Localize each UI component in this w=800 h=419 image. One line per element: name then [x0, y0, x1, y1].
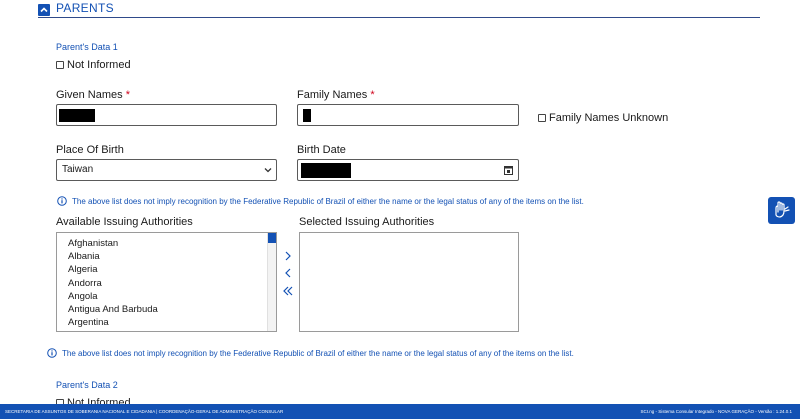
selected-authorities-list[interactable]: [299, 232, 519, 332]
scroll-thumb[interactable]: [268, 233, 276, 243]
birth-date-input[interactable]: [297, 159, 519, 181]
accessibility-button[interactable]: [768, 197, 795, 224]
given-names-label: Given Names *: [56, 89, 130, 101]
place-of-birth-select[interactable]: Taiwan: [56, 159, 277, 181]
family-names-unknown-checkbox[interactable]: [538, 114, 546, 122]
calendar-icon[interactable]: [504, 165, 513, 175]
footer-bar: SECRETARIA DE ASSUNTOS DE SOBERANIA NACI…: [0, 404, 800, 419]
list-item[interactable]: Albania: [68, 250, 158, 263]
given-names-input[interactable]: [56, 104, 277, 126]
list-item[interactable]: Armenia: [68, 329, 158, 331]
available-authorities-items: Afghanistan Albania Algeria Andorra Angola An…: [68, 237, 158, 331]
info-notice: The above list does not imply recognitio…: [47, 348, 574, 358]
chevron-down-icon: [264, 168, 272, 173]
list-item[interactable]: Argentina: [68, 316, 158, 329]
redacted-value: [301, 163, 351, 178]
redacted-value: [303, 109, 311, 122]
info-notice-text: The above list does not imply recognitio…: [72, 196, 584, 206]
info-circle-icon: [47, 348, 57, 358]
place-of-birth-label: Place Of Birth: [56, 144, 124, 156]
remove-selected-button[interactable]: [282, 267, 294, 279]
footer-system-version: SCI.ng - Sistema Consular Integrado - NO…: [640, 409, 792, 414]
given-names-label-text: Given Names: [56, 89, 123, 101]
family-names-unknown[interactable]: Family Names Unknown: [538, 112, 668, 124]
list-item[interactable]: Antigua And Barbuda: [68, 303, 158, 316]
family-names-input[interactable]: [297, 104, 519, 126]
list-item[interactable]: Angola: [68, 290, 158, 303]
available-authorities-list[interactable]: Afghanistan Albania Algeria Andorra Angola An…: [56, 232, 277, 332]
chevron-up-icon: [40, 7, 48, 13]
list-scrollbar[interactable]: [267, 233, 276, 331]
remove-all-button[interactable]: [282, 285, 294, 297]
footer-organization: SECRETARIA DE ASSUNTOS DE SOBERANIA NACI…: [5, 409, 284, 414]
birth-date-label: Birth Date: [297, 144, 346, 156]
section-header: PARENTS: [38, 0, 760, 18]
required-marker: *: [125, 89, 130, 101]
list-item[interactable]: Algeria: [68, 263, 158, 276]
available-authorities-label: Available Issuing Authorities: [56, 216, 193, 228]
redacted-value: [59, 109, 95, 122]
not-informed-checkbox[interactable]: [56, 61, 64, 69]
add-selected-button[interactable]: [282, 250, 294, 262]
sign-language-icon: [775, 201, 790, 218]
parent1-heading: Parent's Data 1: [56, 42, 118, 52]
family-names-unknown-label: Family Names Unknown: [549, 112, 669, 124]
selected-authorities-label: Selected Issuing Authorities: [299, 216, 435, 228]
collapse-section-button[interactable]: [38, 4, 50, 16]
required-marker: *: [370, 89, 375, 101]
list-item[interactable]: Afghanistan: [68, 237, 158, 250]
parent2-heading: Parent's Data 2: [56, 380, 118, 390]
family-names-label-text: Family Names: [297, 89, 368, 101]
info-notice: The above list does not imply recognitio…: [57, 196, 584, 206]
family-names-label: Family Names *: [297, 89, 375, 101]
section-title: PARENTS: [56, 1, 114, 15]
not-informed-label: Not Informed: [67, 59, 131, 71]
info-notice-text: The above list does not imply recognitio…: [62, 348, 574, 358]
list-item[interactable]: Andorra: [68, 277, 158, 290]
info-circle-icon: [57, 196, 67, 206]
place-of-birth-value: Taiwan: [62, 164, 94, 175]
parent1-not-informed[interactable]: Not Informed: [56, 59, 131, 71]
